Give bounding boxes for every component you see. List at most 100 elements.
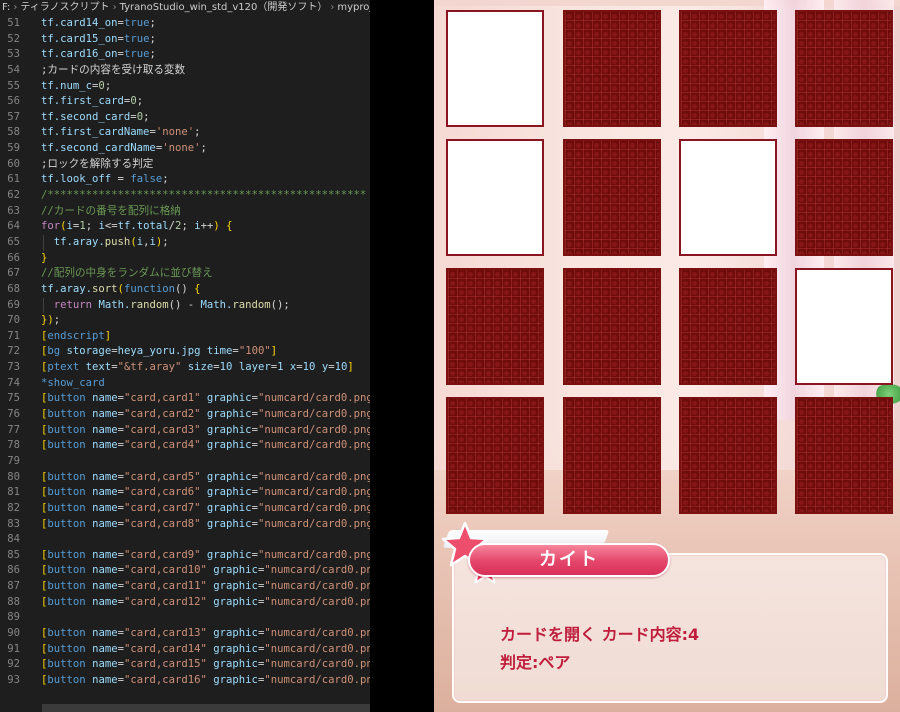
code-line[interactable]: 80 [button name="card,card5" graphic="num… — [0, 470, 370, 486]
code-token: 10 — [334, 361, 348, 374]
card-face-up[interactable] — [795, 268, 893, 385]
code-token: true — [123, 17, 150, 29]
code-token: { — [194, 282, 201, 295]
code-line[interactable]: 74 *show_card — [0, 376, 370, 392]
card-face-down[interactable] — [679, 397, 777, 514]
breadcrumb: F: › ティラノスクリプト › TyranoStudio_win_std_v120（開… — [0, 0, 370, 16]
code-line[interactable]: 92 [button name="card,card15" graphic="nu… — [0, 657, 370, 673]
code-line[interactable]: 63 //カードの番号を配列に格納 — [0, 204, 370, 220]
card-face-up[interactable] — [679, 139, 777, 256]
code-area[interactable]: 51 tf.card14_on=true; 52 tf.card15_on=true;… — [0, 16, 370, 689]
code-token: "numcard/card0.png — [257, 517, 370, 530]
room-window-frame — [434, 0, 900, 6]
code-token: tf.first_card — [41, 95, 124, 108]
card-face-down[interactable] — [679, 10, 777, 127]
code-line[interactable]: 76 [button name="card,card2" graphic="num… — [0, 407, 370, 423]
breadcrumb-item[interactable]: myprojects — [337, 2, 370, 13]
code-token: push — [104, 235, 131, 248]
code-line[interactable]: 56 tf.first_card=0; — [0, 94, 370, 110]
code-token: graphic — [213, 595, 258, 608]
breadcrumb-item[interactable]: F: — [2, 2, 10, 13]
code-line[interactable]: 87 [button name="card,card11" graphic="nu… — [0, 579, 370, 595]
code-token: ; — [104, 79, 112, 92]
code-line[interactable]: 85 [button name="card,card9" graphic="num… — [0, 548, 370, 564]
code-token: graphic — [213, 580, 258, 593]
code-token: button — [47, 548, 86, 561]
code-line[interactable]: 70}); — [0, 313, 370, 329]
card-face-down[interactable] — [795, 139, 893, 256]
code-line[interactable]: 64 for(i=1; i<=tf.total/2; i++) { — [0, 219, 370, 235]
code-line[interactable]: 67 //配列の中身をランダムに並び替え — [0, 266, 370, 282]
code-line[interactable]: 57 tf.second_card=0; — [0, 110, 370, 126]
code-line[interactable]: 72 [bg storage=heya_yoru.jpg time="100"] — [0, 344, 370, 360]
game-screen[interactable]: カードを開く カード内容:4 判定:ペア カイト — [434, 0, 900, 712]
card-face-down[interactable] — [795, 397, 893, 514]
line-number: 91 — [7, 642, 20, 655]
code-line[interactable]: 54 ;カードの内容を受け取る変数 — [0, 63, 370, 79]
code-token: storage — [66, 345, 112, 358]
line-text: [button name="card,card16" graphic="numc… — [41, 673, 370, 689]
code-token: "card,card8" — [123, 517, 201, 530]
line-number: 85 — [7, 548, 20, 561]
speaker-name-plate: カイト — [468, 543, 670, 577]
card-face-down[interactable] — [563, 268, 661, 385]
code-line[interactable]: 51 tf.card14_on=true; — [0, 16, 370, 32]
code-line[interactable]: 60 ;ロックを解除する判定 — [0, 157, 370, 173]
card-face-up[interactable] — [446, 139, 544, 256]
code-line[interactable]: 65 tf.aray.push(i,i); — [0, 234, 370, 251]
code-line[interactable]: 83 [button name="card,card8" graphic="num… — [0, 517, 370, 533]
breadcrumb-item[interactable]: ティラノスクリプト — [20, 2, 109, 13]
code-line[interactable]: 77 [button name="card,card3" graphic="num… — [0, 423, 370, 439]
line-text: [button name="card,card8" graphic="numca… — [41, 517, 370, 533]
line-text: tf.card15_on=true; — [41, 32, 156, 48]
code-token: for — [41, 220, 61, 233]
code-line[interactable]: 71 [endscript] — [0, 329, 370, 345]
code-line[interactable]: 59 tf.second_cardName='none'; — [0, 141, 370, 157]
code-line[interactable]: 93 [button name="card,card16" graphic="nu… — [0, 673, 370, 689]
code-line[interactable]: 89 — [0, 610, 370, 626]
code-line[interactable]: 86 [button name="card,card10" graphic="nu… — [0, 563, 370, 579]
code-token: tf.first_cardName — [41, 126, 150, 139]
code-line[interactable]: 75 [button name="card,card1" graphic="num… — [0, 391, 370, 407]
breadcrumb-item[interactable]: TyranoStudio_win_std_v120（開発ソフト） — [120, 2, 328, 13]
code-line[interactable]: 78 [button name="card,card4" graphic="num… — [0, 438, 370, 454]
card-face-down[interactable] — [563, 139, 661, 256]
indent-guide — [43, 297, 44, 314]
code-line[interactable]: 61 tf.look_off = false; — [0, 172, 370, 188]
card-face-down[interactable] — [446, 268, 544, 385]
code-token: ;カードの内容を受け取る変数 — [41, 63, 186, 76]
code-token: text — [85, 361, 112, 374]
code-token: "numcard/card0.png — [257, 501, 370, 514]
code-line[interactable]: 73 [ptext text="&tf.aray" size=10 layer=1… — [0, 360, 370, 376]
card-face-up[interactable] — [446, 10, 544, 127]
code-token: button — [47, 673, 86, 686]
horizontal-scrollbar[interactable] — [42, 704, 370, 712]
line-number: 62 — [7, 189, 20, 202]
code-line[interactable]: 82 [button name="card,card7" graphic="num… — [0, 501, 370, 517]
card-face-down[interactable] — [795, 10, 893, 127]
code-line[interactable]: 55 tf.num_c=0; — [0, 79, 370, 95]
code-token: name — [92, 564, 118, 577]
code-token: "card,card5" — [123, 470, 201, 483]
code-line[interactable]: 52 tf.card15_on=true; — [0, 32, 370, 48]
code-editor[interactable]: F: › ティラノスクリプト › TyranoStudio_win_std_v120（開… — [0, 0, 370, 712]
code-line[interactable]: 66} — [0, 251, 370, 267]
code-line[interactable]: 84 — [0, 532, 370, 548]
code-line[interactable]: 79 — [0, 454, 370, 470]
code-line[interactable]: 88 [button name="card,card12" graphic="nu… — [0, 595, 370, 611]
code-line[interactable]: 91 [button name="card,card14" graphic="nu… — [0, 642, 370, 658]
card-face-down[interactable] — [563, 397, 661, 514]
code-token: button — [47, 392, 86, 405]
card-face-down[interactable] — [679, 268, 777, 385]
card-face-down[interactable] — [563, 10, 661, 127]
code-line[interactable]: 81 [button name="card,card6" graphic="num… — [0, 485, 370, 501]
line-text: [endscript] — [41, 329, 111, 345]
code-line[interactable]: 68 tf.aray.sort(function() { — [0, 282, 370, 298]
code-line[interactable]: 58 tf.first_cardName='none'; — [0, 125, 370, 141]
code-line[interactable]: 62 /*************************************… — [0, 188, 370, 204]
code-line[interactable]: 90 [button name="card,card13" graphic="nu… — [0, 626, 370, 642]
code-line[interactable]: 53 tf.card16_on=true; — [0, 47, 370, 63]
code-line[interactable]: 69 return Math.random() - Math.random(); — [0, 297, 370, 314]
line-text: tf.card14_on=true; — [41, 16, 156, 32]
card-face-down[interactable] — [446, 397, 544, 514]
